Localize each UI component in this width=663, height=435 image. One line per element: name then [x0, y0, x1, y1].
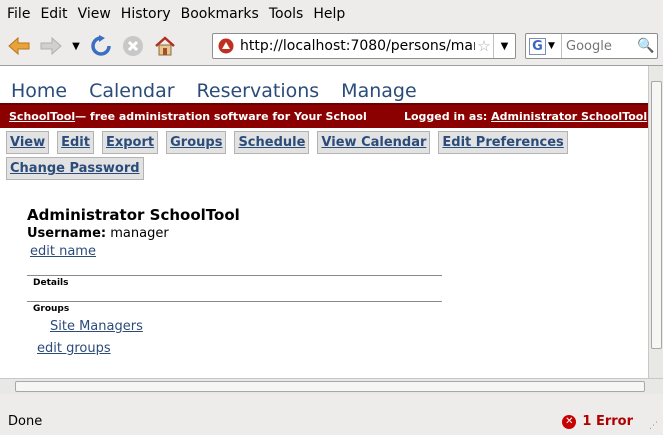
forward-arrow-icon: [40, 37, 62, 55]
stop-button[interactable]: [117, 30, 149, 62]
edit-button[interactable]: Edit: [57, 131, 94, 154]
search-input[interactable]: [562, 38, 635, 54]
back-arrow-icon: [8, 37, 30, 55]
person-details: Administrator SchoolTool Username: manag…: [0, 183, 663, 356]
details-section-header: Details: [27, 275, 442, 301]
menu-bookmarks[interactable]: Bookmarks: [176, 6, 264, 22]
history-dropdown-button[interactable]: ▼: [67, 30, 85, 62]
username-label: Username:: [27, 226, 107, 241]
site-icon: [216, 36, 236, 56]
edit-preferences-button[interactable]: Edit Preferences: [438, 131, 568, 154]
nav-reservations-link[interactable]: Reservations: [197, 80, 320, 102]
stop-icon: [123, 36, 143, 56]
logged-in-label: Logged in as:: [403, 110, 492, 123]
nav-home-link[interactable]: Home: [11, 80, 67, 102]
address-bar[interactable]: http://localhost:7080/persons/manager ☆ …: [212, 33, 516, 59]
google-icon: G: [529, 37, 546, 55]
menu-file[interactable]: File: [2, 6, 35, 22]
chevron-down-icon: ▼: [72, 40, 80, 52]
home-icon: [155, 36, 175, 56]
url-dropdown-button[interactable]: ▼: [493, 34, 515, 58]
export-button[interactable]: Export: [101, 131, 159, 154]
menu-tools[interactable]: Tools: [264, 6, 309, 22]
menu-history[interactable]: History: [116, 6, 176, 22]
edit-groups-link[interactable]: edit groups: [37, 341, 111, 356]
person-name: Administrator SchoolTool: [27, 206, 240, 224]
vertical-scroll-thumb[interactable]: [651, 81, 662, 349]
chevron-down-icon: ▼: [500, 40, 509, 52]
login-info: Logged in as: Administrator SchoolTool |: [404, 110, 659, 123]
home-button[interactable]: [149, 30, 181, 62]
group-link-site-managers[interactable]: Site Managers: [50, 319, 143, 334]
menu-bar: File Edit View History Bookmarks Tools H…: [0, 0, 663, 27]
reload-icon: [91, 35, 111, 56]
resize-grip-icon[interactable]: ⋰: [649, 421, 661, 433]
error-indicator[interactable]: ✕ 1 Error: [562, 414, 633, 429]
tagline: — free administration software for Your …: [75, 110, 367, 123]
menu-help[interactable]: Help: [308, 6, 350, 22]
nav-manage-link[interactable]: Manage: [341, 80, 416, 102]
action-buttons: View Edit Export Groups Schedule View Ca…: [0, 128, 600, 183]
app-name-link[interactable]: SchoolTool: [9, 110, 75, 123]
username-row: Username: manager: [27, 226, 663, 241]
chevron-down-icon: ▼: [548, 41, 555, 51]
url-text[interactable]: http://localhost:7080/persons/manager: [236, 38, 475, 54]
horizontal-scrollbar[interactable]: [0, 378, 663, 394]
schedule-button[interactable]: Schedule: [234, 131, 310, 154]
nav-calendar-link[interactable]: Calendar: [89, 80, 174, 102]
change-password-button[interactable]: Change Password: [6, 157, 144, 180]
status-bar: Done ✕ 1 Error ⋰: [0, 408, 663, 435]
menu-view[interactable]: View: [73, 6, 116, 22]
vertical-scrollbar[interactable]: [648, 66, 663, 379]
navigation-toolbar: ▼ http://localhost:7080/persons/manager …: [0, 27, 663, 65]
search-icon[interactable]: 🔍: [635, 38, 657, 54]
reload-button[interactable]: [85, 30, 117, 62]
error-icon: ✕: [562, 414, 577, 429]
username-value: manager: [110, 226, 169, 241]
site-navigation: Home Calendar Reservations Manage: [0, 66, 663, 103]
edit-name-link[interactable]: edit name: [30, 244, 96, 259]
page-viewport: Home Calendar Reservations Manage School…: [0, 65, 663, 394]
search-box: G ▼ 🔍: [525, 33, 658, 59]
error-count: 1 Error: [582, 414, 633, 429]
back-button[interactable]: [3, 30, 35, 62]
forward-button[interactable]: [35, 30, 67, 62]
search-engine-selector[interactable]: G ▼: [526, 34, 562, 58]
view-button[interactable]: View: [6, 131, 50, 154]
view-calendar-button[interactable]: View Calendar: [317, 131, 431, 154]
groups-section-header: Groups: [27, 301, 442, 314]
status-text: Done: [8, 414, 43, 429]
groups-button[interactable]: Groups: [166, 131, 227, 154]
header-banner: SchoolTool — free administration softwar…: [0, 103, 663, 128]
current-user-link[interactable]: Administrator SchoolTool: [491, 110, 647, 123]
menu-edit[interactable]: Edit: [35, 6, 72, 22]
horizontal-scroll-thumb[interactable]: [15, 381, 645, 392]
bookmark-star-icon[interactable]: ☆: [475, 37, 493, 55]
